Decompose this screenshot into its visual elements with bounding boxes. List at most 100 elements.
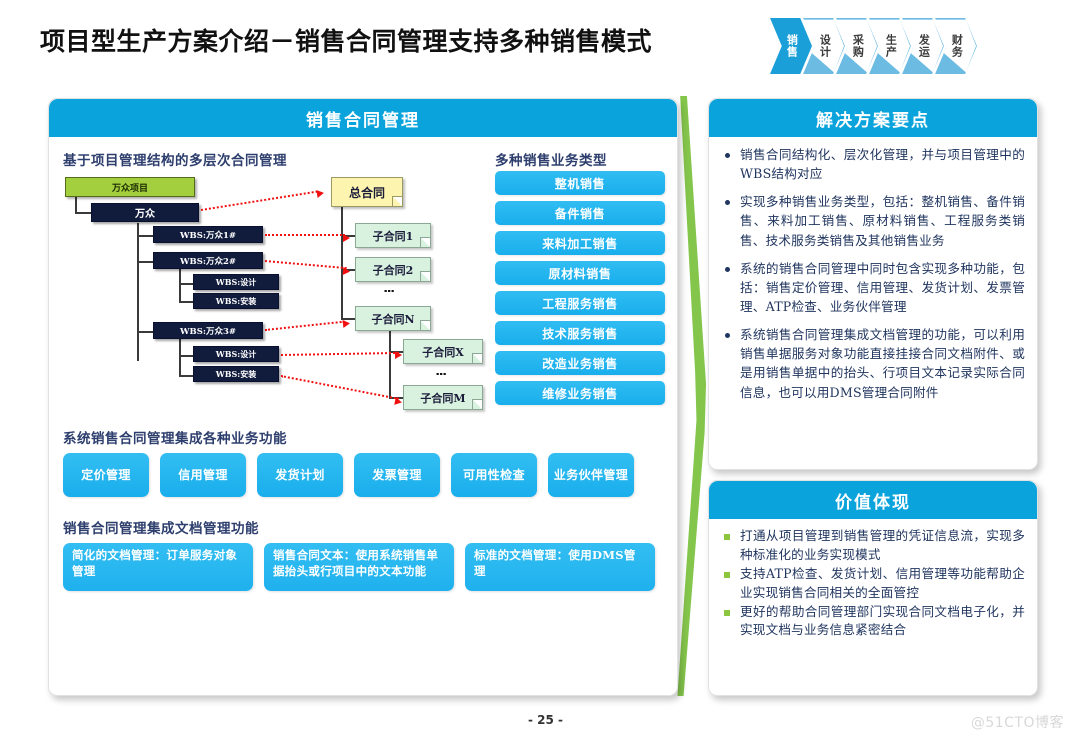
node-sub-sub-contract: 子合同M [403, 385, 483, 410]
folded-corner-icon [472, 353, 482, 363]
wbs-contract-diagram: 万众项目 万众 WBS:万众1# WBS:万众2# WBS:设计 WBS:安装 … [59, 173, 489, 423]
value-panel: 价值体现 打通从项目管理到销售管理的凭证信息流，实现多种标准化的业务实现模式 支持… [708, 480, 1038, 696]
node-sub-contract: 子合同1 [355, 223, 431, 248]
value-panel-body: 打通从项目管理到销售管理的凭证信息流，实现多种标准化的业务实现模式 支持ATP检查… [709, 519, 1037, 695]
page-number: - 25 - [528, 713, 564, 727]
tree-line [389, 331, 391, 399]
sales-type-pill[interactable]: 改造业务销售 [495, 351, 665, 375]
sales-type-pill[interactable]: 备件销售 [495, 201, 665, 225]
value-bullet: 支持ATP检查、发货计划、信用管理等功能帮助企业实现销售合同相关的全面管控 [719, 565, 1025, 603]
mapping-arrow [200, 190, 318, 211]
watermark: @51CTO博客 [970, 715, 1064, 731]
solution-bullet-list: 销售合同结构化、层次化管理，并与项目管理中的WBS结构对应 实现多种销售业务类型，… [719, 145, 1025, 402]
node-org: 万众 [91, 203, 199, 222]
tree-line [75, 212, 91, 214]
process-step-label: 财务 [950, 34, 964, 58]
arrow-head-icon [316, 188, 325, 198]
node-master-contract: 总合同 [331, 177, 403, 207]
sales-contract-panel: 销售合同管理 基于项目管理结构的多层次合同管理 多种销售业务类型 系统销售合同管… [48, 98, 678, 696]
node-wbs: WBS:万众3# [153, 322, 263, 339]
mapping-arrow [280, 351, 399, 356]
vertical-ellipsis: ⋮ [434, 368, 448, 380]
tree-line [179, 283, 193, 285]
vertical-ellipsis: ⋮ [382, 285, 396, 297]
business-function-box[interactable]: 业务伙伴管理 [548, 453, 634, 497]
tree-line [137, 331, 153, 333]
arrow-head-icon [342, 267, 351, 276]
tree-line [179, 375, 193, 377]
node-label: 总合同 [348, 185, 385, 200]
tree-line [179, 339, 181, 377]
process-step-label: 设计 [818, 34, 832, 58]
node-wbs: WBS:万众2# [153, 252, 263, 269]
folded-corner-icon [472, 399, 482, 409]
tree-line [137, 223, 139, 361]
value-bullet: 更好的帮助合同管理部门实现合同文档电子化，并实现文档与业务信息紧密结合 [719, 603, 1025, 641]
section-title-hierarchy: 基于项目管理结构的多层次合同管理 [63, 153, 287, 169]
arrow-head-icon [395, 351, 402, 359]
arrow-head-icon [394, 397, 403, 407]
folded-corner-icon [392, 196, 402, 206]
sales-type-pill[interactable]: 维修业务销售 [495, 381, 665, 405]
node-label: 子合同M [420, 391, 466, 405]
sales-type-pill[interactable]: 工程服务销售 [495, 291, 665, 315]
folded-corner-icon [420, 320, 430, 330]
sales-type-pill[interactable]: 来料加工销售 [495, 231, 665, 255]
node-label: 子合同1 [372, 229, 414, 243]
process-step-label: 采购 [851, 34, 865, 58]
node-sub-contract: 子合同2 [355, 257, 431, 282]
left-panel-body: 基于项目管理结构的多层次合同管理 多种销售业务类型 系统销售合同管理集成各种业务… [49, 137, 677, 695]
sales-type-pill[interactable]: 技术服务销售 [495, 321, 665, 345]
section-title-documents: 销售合同管理集成文档管理功能 [63, 521, 259, 537]
arrow-head-icon [342, 319, 351, 328]
section-title-functions: 系统销售合同管理集成各种业务功能 [63, 431, 287, 447]
node-wbs: WBS:设计 [193, 274, 279, 290]
node-wbs: WBS:安装 [193, 293, 279, 309]
left-panel-header: 销售合同管理 [49, 99, 677, 137]
process-step-label: 销售 [785, 34, 799, 58]
tree-line [179, 301, 193, 303]
solution-bullet: 实现多种销售业务类型，包括：整机销售、备件销售、来料加工销售、原材料销售、工程服… [719, 192, 1025, 249]
sales-type-pill[interactable]: 原材料销售 [495, 261, 665, 285]
process-nav: 销售 设计 采购 生产 发运 财务 [770, 18, 977, 74]
tree-line [137, 235, 153, 237]
business-function-box[interactable]: 定价管理 [63, 453, 149, 497]
business-function-box[interactable]: 信用管理 [160, 453, 246, 497]
document-function-box[interactable]: 标准的文档管理：使用DMS管理 [465, 543, 655, 591]
business-function-box[interactable]: 发票管理 [354, 453, 440, 497]
folded-corner-icon [420, 271, 430, 281]
solution-points-panel: 解决方案要点 销售合同结构化、层次化管理，并与项目管理中的WBS结构对应 实现多种… [708, 98, 1038, 470]
document-functions-row: 简化的文档管理：订单服务对象管理 销售合同文本：使用系统销售单据抬头或行项目中的文… [63, 543, 655, 591]
page-title: 项目型生产方案介绍－销售合同管理支持多种销售模式 [40, 27, 653, 56]
node-wbs: WBS:万众1# [153, 226, 263, 243]
section-title-sales-types: 多种销售业务类型 [495, 153, 607, 169]
solution-panel-body: 销售合同结构化、层次化管理，并与项目管理中的WBS结构对应 实现多种销售业务类型，… [709, 137, 1037, 469]
node-label: 子合同X [422, 345, 464, 359]
node-wbs: WBS:设计 [193, 346, 279, 362]
tree-line [341, 207, 343, 319]
solution-panel-header: 解决方案要点 [709, 99, 1037, 137]
business-functions-row: 定价管理 信用管理 发货计划 发票管理 可用性检查 业务伙伴管理 [63, 453, 634, 497]
node-label: 子合同N [371, 312, 415, 326]
mapping-arrow [264, 320, 345, 331]
node-project: 万众项目 [65, 177, 195, 197]
solution-bullet: 系统的销售合同管理中同时包含实现多种功能，包括：销售定价管理、信用管理、发货计划… [719, 259, 1025, 316]
sales-type-pill[interactable]: 整机销售 [495, 171, 665, 195]
process-step-1[interactable]: 销售 [770, 18, 812, 74]
arrow-head-icon [343, 234, 350, 242]
mapping-arrow [265, 234, 345, 236]
process-step-label: 生产 [884, 34, 898, 58]
value-bullet-list: 打通从项目管理到销售管理的凭证信息流，实现多种标准化的业务实现模式 支持ATP检查… [719, 527, 1025, 640]
tree-line [137, 261, 153, 263]
document-function-box[interactable]: 销售合同文本：使用系统销售单据抬头或行项目中的文本功能 [264, 543, 454, 591]
value-panel-header: 价值体现 [709, 481, 1037, 519]
mapping-arrow [264, 260, 347, 270]
tree-line [179, 269, 181, 303]
slide-root: 项目型生产方案介绍－销售合同管理支持多种销售模式 销售 设计 采购 生产 发运 财务 销售… [0, 0, 1080, 748]
business-function-box[interactable]: 可用性检查 [451, 453, 537, 497]
document-function-box[interactable]: 简化的文档管理：订单服务对象管理 [63, 543, 253, 591]
process-step-label: 发运 [917, 34, 931, 58]
mapping-arrow [280, 375, 399, 400]
business-function-box[interactable]: 发货计划 [257, 453, 343, 497]
folded-corner-icon [420, 237, 430, 247]
